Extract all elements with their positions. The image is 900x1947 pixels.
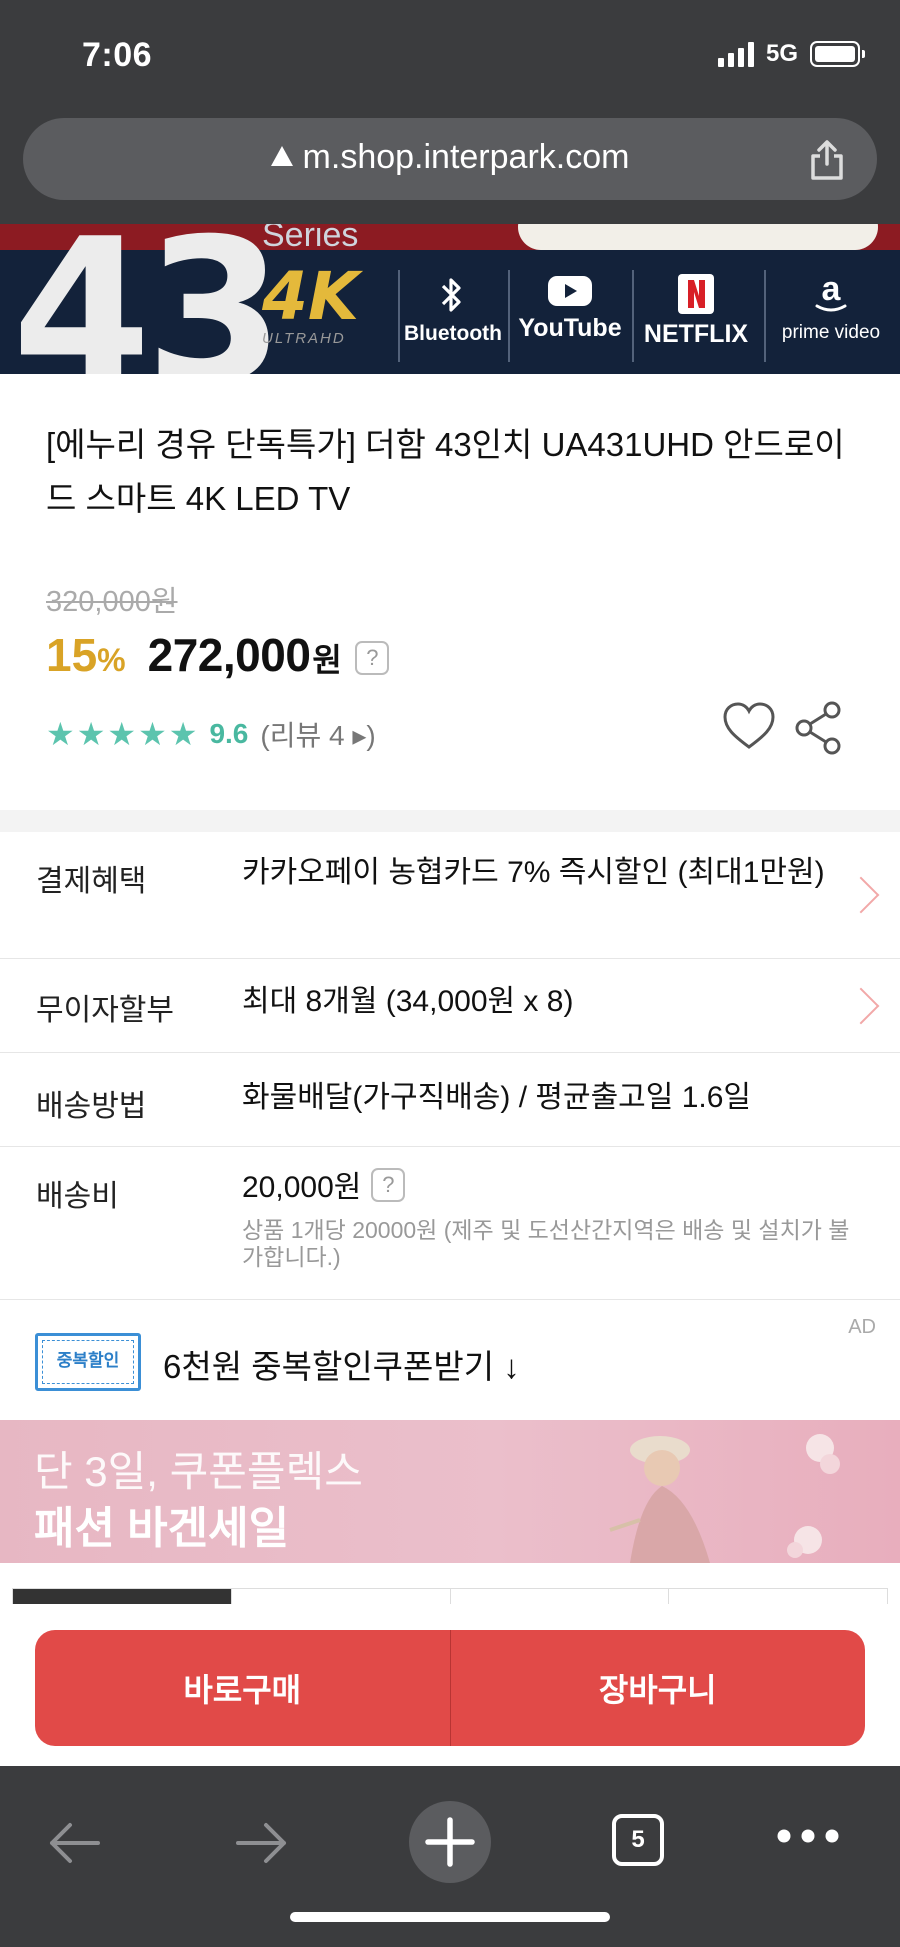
section-divider [0, 810, 900, 832]
browser-top-bar: 7:06 5G m.shop.interpark.com [0, 0, 900, 224]
discount-rate: 15% [46, 628, 126, 682]
heart-icon[interactable] [722, 700, 776, 754]
shipping-fee-value: 20,000원 [242, 1171, 362, 1204]
rating-row[interactable]: ★★★★★ 9.6 (리뷰 4 ▸) [46, 714, 376, 754]
banner-product-shape [518, 224, 878, 250]
ad-headline: 단 3일, 쿠폰플렉스 [34, 1448, 363, 1495]
youtube-badge: YouTube [514, 274, 626, 343]
divider [398, 270, 400, 362]
shipping-note: 상품 1개당 20000원 (제주 및 도선산간지역은 배송 및 설치가 불가합… [242, 1217, 850, 1270]
shipping-help-icon[interactable]: ? [371, 1168, 406, 1203]
forward-arrow-icon[interactable] [232, 1818, 292, 1868]
ad-model-image [609, 1434, 840, 1563]
status-time: 7:06 [82, 36, 153, 74]
info-label: 결제혜택 [36, 865, 147, 898]
chevron-right-icon[interactable] [842, 987, 880, 1025]
purchase-buttons: 바로구매 장바구니 [35, 1630, 865, 1746]
info-value: 카카오페이 농협카드 7% 즉시할인 (최대1만원) [242, 856, 825, 889]
add-to-cart-button[interactable]: 장바구니 [451, 1630, 866, 1746]
address-bar[interactable]: m.shop.interpark.com [23, 118, 877, 200]
url-text: m.shop.interpark.com [302, 138, 630, 176]
original-price: 320,000원 [46, 586, 178, 618]
more-options-icon[interactable] [776, 1826, 840, 1846]
new-tab-plus-icon[interactable] [408, 1800, 492, 1884]
youtube-icon [548, 276, 592, 306]
bluetooth-icon [441, 278, 461, 312]
shipping-method-row: 배송방법 화물배달(가구직배송) / 평균출고일 1.6일 [0, 1053, 900, 1147]
coupon-download-row[interactable]: 중복할인 6천원 중복할인쿠폰받기 ↓ AD [0, 1300, 900, 1420]
4k-text: 4K [262, 258, 360, 335]
netflix-icon [678, 274, 714, 314]
sale-price-value: 272,000 [147, 629, 311, 681]
payment-benefit-row[interactable]: 결제혜택 카카오페이 농협카드 7% 즉시할인 (최대1만원) [0, 832, 900, 959]
status-indicators: 5G [717, 40, 865, 68]
info-value: 20,000원? [242, 1167, 842, 1209]
purchase-bar: 바로구매 장바구니 [0, 1604, 900, 1766]
url-display[interactable]: m.shop.interpark.com [23, 138, 877, 177]
share-network-icon[interactable] [792, 700, 844, 756]
sale-price: 272,000원 [148, 628, 342, 682]
warning-icon [270, 146, 293, 167]
network-type: 5G [765, 40, 798, 67]
ultrahd-text: ULTRAHD [262, 330, 346, 347]
shipping-fee-row: 배송비 20,000원? 상품 1개당 20000원 (제주 및 도선산간지역은… [0, 1147, 900, 1300]
battery-icon [810, 41, 865, 67]
tabs-count-button[interactable]: 5 [612, 1814, 664, 1866]
discount-number: 15 [46, 629, 98, 681]
coupon-link[interactable]: 6천원 중복할인쿠폰받기 ↓ [163, 1340, 520, 1388]
product-title: [에누리 경유 단독특가] 더함 43인치 UA431UHD 안드로이드 스마트… [46, 426, 845, 517]
product-image-banner[interactable]: 43 Series 4K ULTRAHD Bluetooth YouTube N… [0, 224, 900, 374]
coupon-badge-text: 중복할인 [42, 1340, 134, 1384]
info-label: 배송비 [36, 1180, 119, 1213]
ad-label: AD [848, 1316, 876, 1338]
back-arrow-icon[interactable] [44, 1818, 104, 1868]
divider [764, 270, 766, 362]
divider [508, 270, 510, 362]
info-label: 배송방법 [36, 1090, 147, 1123]
discount-unit: % [97, 642, 126, 678]
price-unit: 원 [312, 642, 342, 678]
svg-text:a: a [822, 274, 842, 308]
netflix-badge: NETFLIX [638, 274, 754, 349]
review-link[interactable]: (리뷰 4 ▸) [260, 714, 375, 754]
rating-score: 9.6 [209, 718, 249, 749]
chevron-right-icon[interactable] [842, 876, 880, 914]
ad-subheadline: 패션 바겐세일 [34, 1504, 290, 1553]
info-value: 화물배달(가구직배송) / 평균출고일 1.6일 [242, 1081, 752, 1114]
ad-banner[interactable]: 단 3일, 쿠폰플렉스 패션 바겐세일 [0, 1420, 900, 1563]
home-indicator[interactable] [290, 1912, 610, 1922]
banner-screen-size: 43 [12, 224, 284, 374]
buy-now-button[interactable]: 바로구매 [35, 1630, 451, 1746]
amazon-icon: a [815, 274, 847, 312]
divider [632, 270, 634, 362]
prime-video-badge: a prime video [770, 274, 892, 344]
info-label: 무이자할부 [36, 994, 174, 1027]
star-rating: ★★★★★ [46, 716, 200, 752]
info-value: 최대 8개월 (34,000원 x 8) [242, 985, 574, 1018]
price-row: 15% 272,000원 ? [46, 628, 390, 682]
share-icon[interactable] [807, 138, 847, 182]
price-help-icon[interactable]: ? [355, 641, 390, 675]
banner-series-text: Series [262, 224, 359, 254]
4k-ultrahd-logo: 4K ULTRAHD [262, 258, 390, 348]
coupon-icon: 중복할인 [35, 1333, 141, 1391]
signal-icon [717, 41, 754, 67]
installment-row[interactable]: 무이자할부 최대 8개월 (34,000원 x 8) [0, 959, 900, 1053]
bluetooth-badge: Bluetooth [404, 274, 502, 346]
